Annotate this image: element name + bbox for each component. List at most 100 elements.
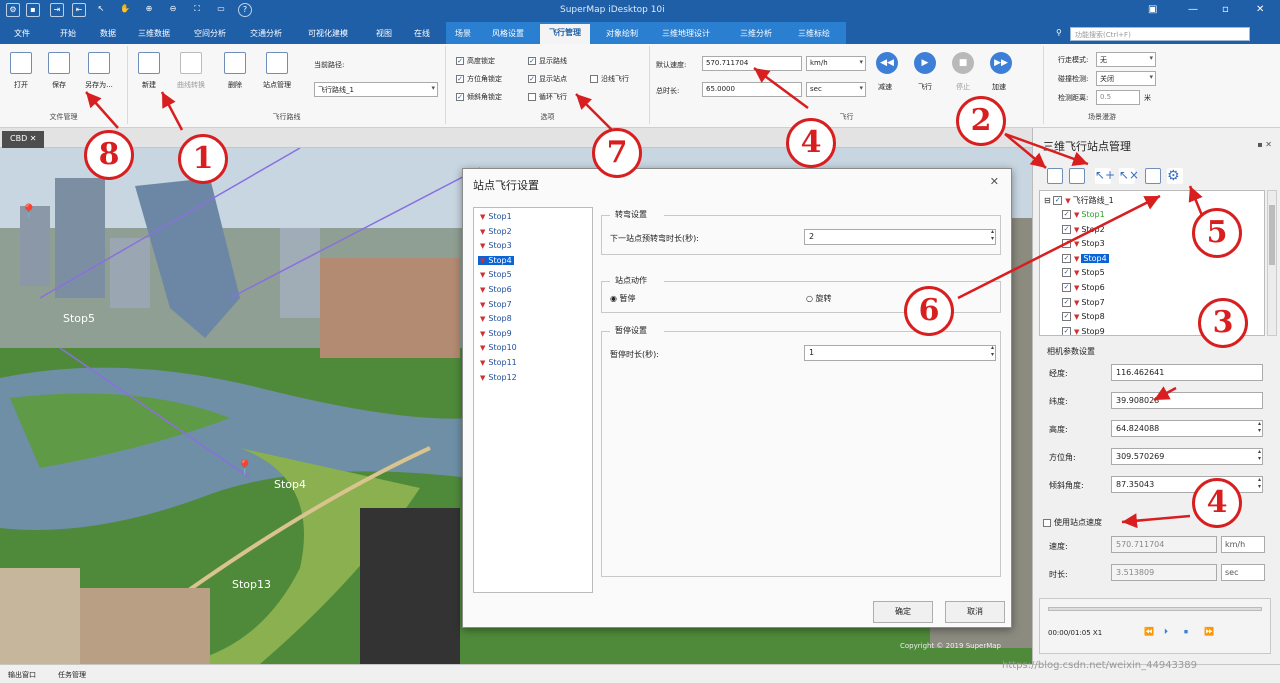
export-icon[interactable]: ⇤ [72,3,86,17]
dialog-close-button[interactable]: ✕ [990,175,999,188]
zoom-out-icon[interactable]: ⊖ [166,3,180,17]
stop-list-item[interactable]: ▼ Stop3 [478,241,514,250]
tab-view[interactable]: 视图 [376,28,392,39]
save-as-button[interactable]: 另存为... [80,52,118,90]
tab-style[interactable]: 风格设置 [492,28,524,39]
stop-list-item[interactable]: ▼ Stop10 [478,343,519,352]
tab-data[interactable]: 数据 [100,28,116,39]
show-stops-checkbox[interactable]: ✓ 显示站点 [528,74,567,84]
collision-select[interactable]: 关闭 [1096,71,1156,86]
stop-list-item[interactable]: ▼ Stop12 [478,373,519,382]
gear-icon[interactable]: ⚙ [1167,168,1183,184]
tab-online[interactable]: 在线 [414,28,430,39]
save-button[interactable]: 保存 [40,52,78,90]
time-unit-select[interactable]: sec [806,82,866,97]
tab-object-drawing[interactable]: 对象绘制 [606,28,638,39]
zoom-in-icon[interactable]: ⊕ [142,3,156,17]
play-icon[interactable]: ⏵ [1164,627,1168,637]
tab-scene[interactable]: 场景 [455,28,471,39]
stop-list-item[interactable]: ▼ Stop5 [478,270,514,279]
azimuth-stepper[interactable]: 309.570269 [1111,448,1263,465]
tab-start[interactable]: 开始 [60,28,76,39]
tab-spatial-analysis[interactable]: 空间分析 [194,28,226,39]
along-fly-checkbox[interactable]: 沿线飞行 [590,74,629,84]
stop-list-item[interactable]: ▼ Stop6 [478,285,514,294]
tilt-lock-checkbox[interactable]: ✓ 倾斜角锁定 [456,92,502,102]
stop-icon[interactable]: ⏹ [1184,627,1188,637]
tree-stop-item[interactable]: ✓ ▼ Stop5 [1062,268,1105,278]
use-stop-speed-checkbox[interactable]: 使用站点速度 [1043,517,1102,528]
azimuth-lock-checkbox[interactable]: ✓ 方位角锁定 [456,74,502,84]
stop-list-item[interactable]: ▼ Stop1 [478,212,514,221]
stop-list-item[interactable]: ▼ Stop2 [478,227,514,236]
tree-stop-item[interactable]: ✓ ▼ Stop7 [1062,297,1105,307]
minimize-button[interactable]: — [1188,4,1198,15]
total-time-input[interactable]: 65.0000 [702,82,802,97]
save-quick-icon[interactable]: ▪ [26,3,40,17]
maximize-button[interactable]: ▫ [1222,4,1229,15]
time-unit[interactable]: sec [1221,564,1265,581]
walk-mode-select[interactable]: 无 [1096,52,1156,67]
stop-list-item[interactable]: ▼ Stop11 [478,358,519,367]
import-icon[interactable]: ⇥ [50,3,64,17]
fly-play-button[interactable]: ▶ [914,52,936,74]
loop-fly-checkbox[interactable]: 循环飞行 [528,92,567,102]
add-stop-icon[interactable]: ↖+ [1095,168,1115,184]
tree-stop-item[interactable]: ✓ ▼ Stop2 [1062,224,1105,234]
pan-hand-icon[interactable]: ✋ [118,3,132,17]
show-route-checkbox[interactable]: ✓ 显示路线 [528,56,567,66]
tab-traffic-analysis[interactable]: 交通分析 [250,28,282,39]
lon-input[interactable]: 116.462641 [1111,364,1263,381]
stop-list-item[interactable]: ▼ Stop4 [478,255,514,265]
stop-list-item[interactable]: ▼ Stop7 [478,300,514,309]
search-input[interactable]: 功能搜索(Ctrl+F) [1070,27,1250,41]
stop-manage-button[interactable]: 站点管理 [258,52,296,90]
tab-cbd-scene[interactable]: CBD ✕ [2,131,45,148]
tab-3d-data[interactable]: 三维数据 [138,28,170,39]
tab-flight-management[interactable]: 飞行管理 [540,24,590,44]
tab-3d-geo-design[interactable]: 三维地理设计 [662,28,710,39]
new-route-button[interactable]: 新建 [130,52,168,90]
rewind-icon[interactable]: ⏪ [1144,627,1154,636]
curve-convert-button[interactable]: 曲线转换 [172,52,210,90]
height-lock-checkbox[interactable]: ✓ 高度锁定 [456,56,495,66]
tree-stop-item[interactable]: ✓ ▼ Stop9 [1062,326,1105,335]
playback-slider[interactable] [1048,607,1262,611]
tree-stop-item[interactable]: ✓ ▼ Stop3 [1062,239,1105,249]
camera-settings-icon[interactable] [1069,168,1085,184]
tree-stop-item[interactable]: ✓ ▼ Stop8 [1062,312,1105,322]
pause-time-stepper[interactable]: 1 [804,344,996,361]
default-speed-input[interactable]: 570.711704 [702,56,802,71]
time-input[interactable]: 3.513809 [1111,564,1217,581]
open-button[interactable]: 打开 [2,52,40,90]
alt-stepper[interactable]: 64.824088 [1111,420,1263,437]
insert-stop-icon[interactable]: ↖× [1119,168,1139,184]
ok-button[interactable]: 确定 [873,601,933,623]
speed-up-button[interactable]: ▶▶ [990,52,1012,74]
tree-stop-item[interactable]: ✓ ▼ Stop4 [1062,253,1109,263]
cancel-button[interactable]: 取消 [945,601,1005,623]
close-button[interactable]: ✕ [1256,4,1264,15]
tree-root-route[interactable]: ⊟ ✓ ▼ 飞行路线_1 [1044,195,1114,206]
tree-stop-item[interactable]: ✓ ▼ Stop1 [1062,210,1105,219]
delete-route-button[interactable]: 删除 [216,52,254,90]
layout-icon[interactable]: ▣ [1148,4,1157,15]
action-rotate-radio[interactable]: ○ 旋转 [806,293,832,304]
pointer-icon[interactable]: ↖ [94,3,108,17]
full-extent-icon[interactable]: ⛶ [190,3,204,17]
tab-3d-plotting[interactable]: 三维标绘 [798,28,830,39]
stop-pin-icon[interactable]: 📍 [20,204,37,220]
lat-input[interactable]: 39.908028 [1111,392,1263,409]
tilt-stepper[interactable]: 87.35043 [1111,476,1263,493]
delete-stop-icon[interactable] [1145,168,1161,184]
current-route-select[interactable]: 飞行路线_1 [314,82,438,97]
add-camera-icon[interactable] [1047,168,1063,184]
tab-file[interactable]: 文件 [14,28,30,39]
stop-list-item[interactable]: ▼ Stop9 [478,329,514,338]
tab-visual-modeling[interactable]: 可视化建模 [308,28,348,39]
stop4-pin-icon[interactable]: 📍 [236,460,253,476]
panel-pin-close-icon[interactable]: ▪ ✕ [1257,140,1272,149]
stop-list-item[interactable]: ▼ Stop8 [478,314,514,323]
task-manager-tab[interactable]: 任务管理 [58,670,86,680]
speed-input[interactable]: 570.711704 [1111,536,1217,553]
